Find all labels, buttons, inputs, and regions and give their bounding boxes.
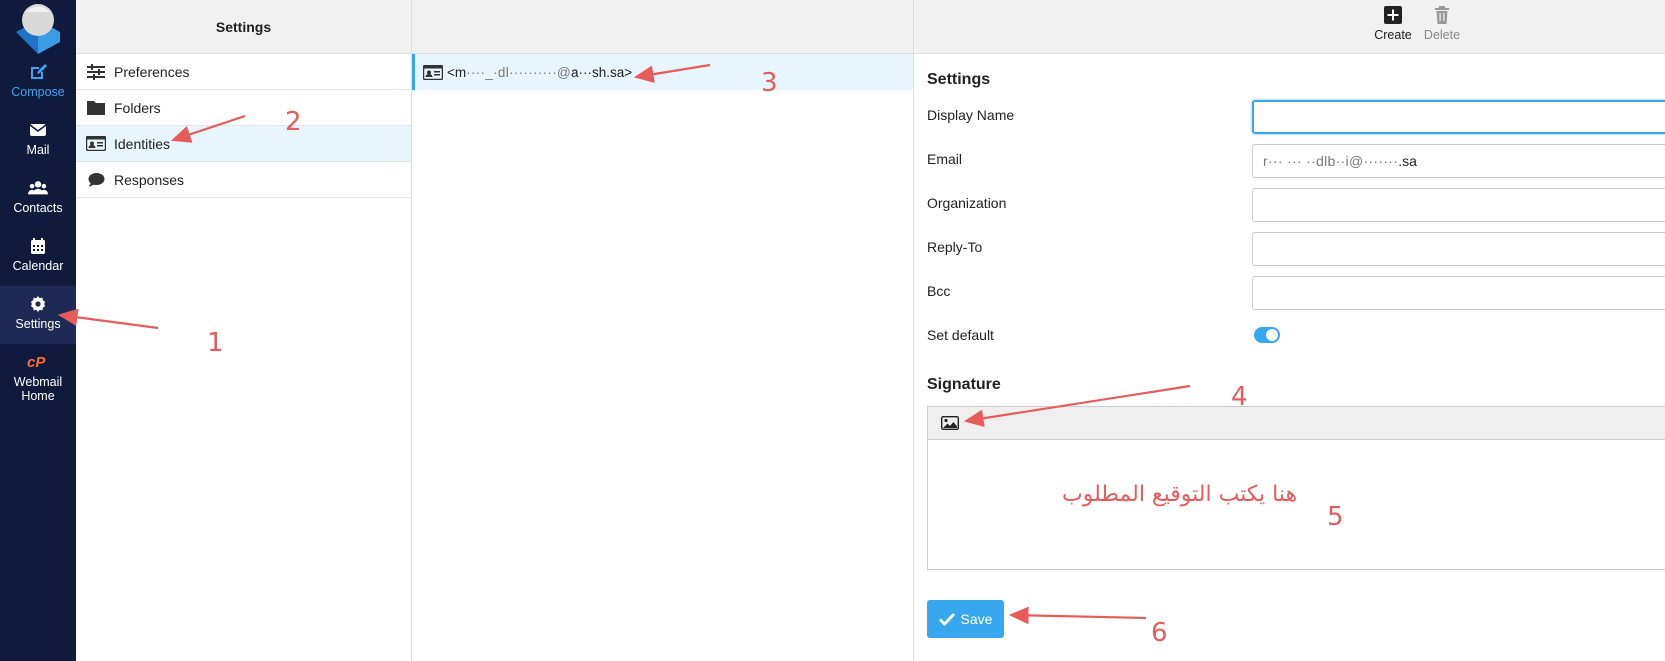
- save-button[interactable]: Save: [927, 600, 1004, 638]
- check-icon: [938, 613, 955, 626]
- bcc-label: Bcc: [927, 283, 951, 299]
- identity-row[interactable]: <m ····_·dl··········@ a···sh.sa>: [412, 54, 913, 90]
- menu-item-identities[interactable]: Identities: [76, 126, 411, 162]
- nav-mail-label: Mail: [26, 143, 50, 157]
- delete-button[interactable]: Delete: [1420, 6, 1464, 42]
- identity-email-prefix: <m: [447, 64, 467, 80]
- organization-input[interactable]: [1252, 188, 1665, 222]
- email-label: Email: [927, 151, 963, 167]
- organization-label: Organization: [927, 195, 1007, 211]
- identity-email-suffix: a···sh.sa>: [571, 64, 633, 80]
- mail-icon: [29, 124, 47, 136]
- settings-header: Settings: [76, 0, 411, 54]
- content-toolbar: Create Delete: [914, 0, 1665, 54]
- menu-item-folders-label: Folders: [114, 99, 161, 116]
- annotation-number-6: 6: [1151, 618, 1168, 648]
- display-name-input[interactable]: [1252, 100, 1665, 134]
- identities-header: [412, 0, 913, 54]
- annotation-number-4: 4: [1231, 382, 1248, 412]
- set-default-toggle[interactable]: [1254, 327, 1280, 343]
- set-default-label: Set default: [927, 327, 994, 343]
- app-nav: Compose Mail Contacts Calendar Settings …: [0, 0, 76, 661]
- menu-item-folders[interactable]: Folders: [76, 90, 411, 126]
- image-icon[interactable]: [941, 416, 959, 430]
- identity-editor: Create Delete Settings Display Name Emai…: [914, 0, 1665, 661]
- delete-button-label: Delete: [1423, 28, 1461, 42]
- nav-webmail-home[interactable]: cP Webmail Home: [0, 352, 76, 403]
- annotation-arabic-note: هنا يكتب التوقيع المطلوب: [1062, 482, 1298, 507]
- comment-icon: [86, 171, 106, 189]
- email-value-suffix: .sa: [1398, 153, 1417, 169]
- gear-icon: [30, 296, 46, 312]
- annotation-number-2: 2: [285, 107, 302, 137]
- roundcube-logo-icon: [16, 4, 60, 54]
- trash-icon: [1435, 6, 1449, 24]
- menu-item-identities-label: Identities: [114, 135, 171, 152]
- nav-home-label: Home: [21, 389, 55, 403]
- identity-email-masked: ····_·dl··········@: [466, 64, 571, 80]
- reply-to-input[interactable]: [1252, 232, 1665, 266]
- create-button[interactable]: Create: [1371, 6, 1415, 42]
- annotation-number-3: 3: [761, 68, 778, 98]
- signature-toolbar: [928, 407, 1665, 440]
- sliders-icon: [86, 63, 106, 81]
- folder-icon: [86, 99, 106, 117]
- identities-column: <m ····_·dl··········@ a···sh.sa>: [412, 0, 914, 661]
- menu-item-preferences[interactable]: Preferences: [76, 54, 411, 90]
- plus-square-icon: [1384, 6, 1402, 24]
- svg-text:cP: cP: [27, 354, 46, 371]
- nav-contacts-label: Contacts: [13, 201, 63, 215]
- cpanel-icon: cP: [27, 354, 46, 371]
- id-card-icon: [423, 63, 443, 81]
- nav-calendar[interactable]: Calendar: [0, 236, 76, 273]
- annotation-number-1: 1: [207, 328, 224, 358]
- save-button-label: Save: [960, 611, 993, 627]
- menu-item-responses[interactable]: Responses: [76, 162, 411, 198]
- menu-item-preferences-label: Preferences: [114, 63, 190, 80]
- create-button-label: Create: [1374, 28, 1412, 42]
- bcc-input[interactable]: [1252, 276, 1665, 310]
- calendar-icon: [31, 238, 45, 254]
- annotation-number-5: 5: [1327, 502, 1344, 532]
- settings-column: Settings Preferences Folders Identities …: [76, 0, 412, 661]
- menu-item-responses-label: Responses: [114, 171, 185, 188]
- email-value-masked: r··· ··· ··dlb··i@·······: [1263, 153, 1399, 169]
- nav-mail[interactable]: Mail: [0, 120, 76, 157]
- nav-settings[interactable]: Settings: [0, 286, 76, 344]
- nav-contacts[interactable]: Contacts: [0, 178, 76, 215]
- nav-calendar-label: Calendar: [12, 259, 64, 273]
- email-input[interactable]: r··· ··· ··dlb··i@······· .sa: [1252, 144, 1665, 178]
- signature-title: Signature: [927, 376, 1001, 393]
- display-name-label: Display Name: [927, 107, 1015, 123]
- nav-settings-label: Settings: [15, 317, 61, 331]
- toggle-knob: [1266, 329, 1278, 341]
- reply-to-label: Reply-To: [927, 239, 983, 255]
- id-card-icon: [86, 135, 106, 153]
- nav-compose-label: Compose: [11, 85, 65, 99]
- contacts-icon: [28, 181, 48, 195]
- nav-webmail-label: Webmail: [13, 375, 63, 389]
- nav-compose[interactable]: Compose: [0, 62, 76, 99]
- compose-icon: [31, 64, 47, 79]
- settings-section-title: Settings: [927, 71, 991, 88]
